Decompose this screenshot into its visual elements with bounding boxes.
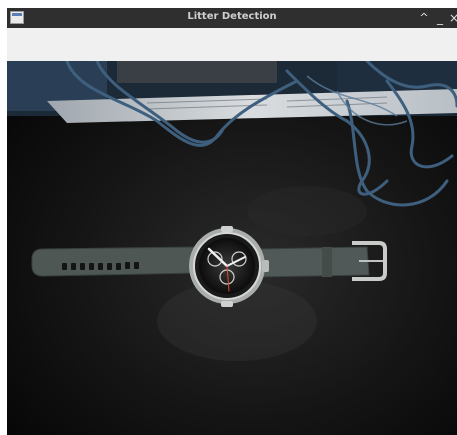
watch-strap-right	[256, 246, 370, 278]
desk-smudge	[247, 186, 367, 236]
strap-holes	[62, 262, 139, 270]
close-button[interactable]: ×	[447, 9, 457, 27]
laptop-trackpad	[117, 61, 277, 83]
minimize-button[interactable]: _	[433, 9, 447, 27]
window-title: Litter Detection	[187, 11, 277, 22]
title-bar[interactable]: Litter Detection ^ _ ×	[7, 8, 457, 28]
watch-crown	[262, 260, 269, 272]
toolbar-strip	[7, 28, 457, 61]
watch-strap-left	[31, 246, 198, 277]
camera-frame-image	[7, 61, 457, 435]
app-window: Litter Detection ^ _ ×	[7, 8, 457, 435]
camera-feed	[7, 61, 457, 435]
strap-keeper	[322, 247, 332, 277]
maximize-button[interactable]: ^	[417, 9, 431, 27]
